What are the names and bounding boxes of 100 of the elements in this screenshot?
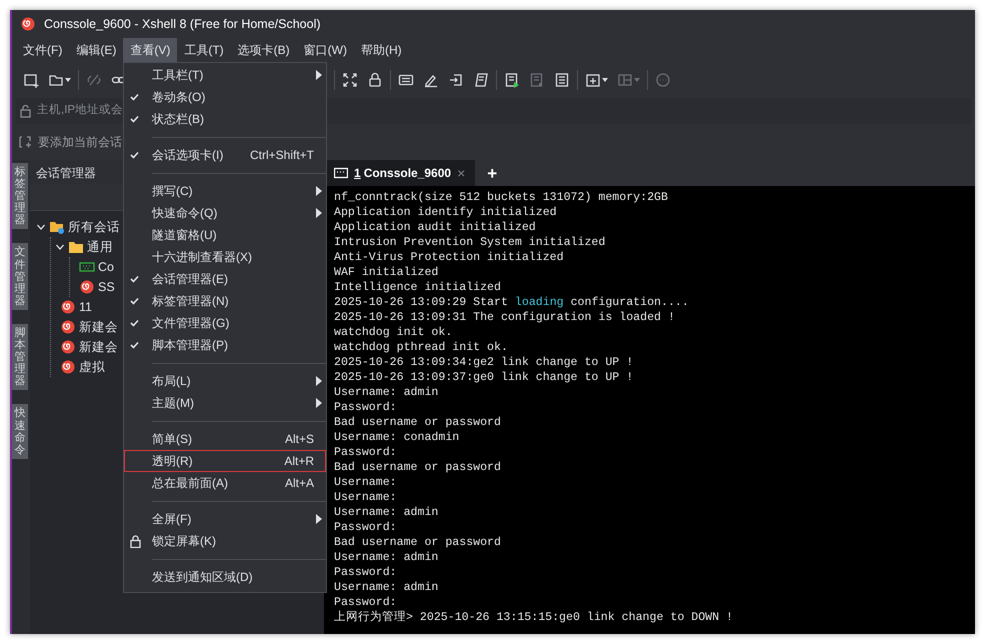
tab-label: 1 Conssole_9600 xyxy=(354,165,452,182)
panel-title: 会话管理器 xyxy=(36,164,96,182)
unlink-icon xyxy=(86,72,102,88)
terminal-line: Username: xyxy=(334,475,398,490)
menu-item[interactable]: 工具栏(T) xyxy=(124,64,326,86)
terminal-line: Password: xyxy=(334,445,398,460)
menu-item[interactable]: 卷动条(O) xyxy=(124,86,326,108)
terminal-line: Username: admin xyxy=(334,550,440,565)
terminal-line: Password: xyxy=(334,565,398,580)
folder-icon xyxy=(68,239,84,255)
terminal-line: Bad username or password xyxy=(334,415,502,430)
menu-item[interactable]: 锁定屏幕(K) xyxy=(124,530,326,552)
terminal-line: Username: admin xyxy=(334,385,440,400)
layout-icon xyxy=(617,72,633,88)
menu-label: 主题(M) xyxy=(152,395,194,412)
menu-item[interactable]: 脚本管理器(P) xyxy=(124,334,326,356)
menu-item[interactable]: 窗口(W) xyxy=(296,38,354,62)
enter-icon xyxy=(448,72,464,88)
menu-item[interactable]: 简单(S) Alt+S xyxy=(124,428,326,450)
menu-label: 锁定屏幕(K) xyxy=(152,533,216,550)
document-icon xyxy=(554,72,570,88)
menu-label: 发送到通知区域(D) xyxy=(152,569,253,586)
menu-label: 撰写(C) xyxy=(152,183,193,200)
tree-item[interactable]: 11 xyxy=(79,298,92,316)
menu-label: 透明(R) xyxy=(152,453,193,470)
menu-item[interactable]: 发送到通知区域(D) xyxy=(124,566,326,588)
menu-label: 卷动条(O) xyxy=(152,89,206,106)
tree-item[interactable]: 虚拟 xyxy=(79,358,105,376)
terminal-line: WAF initialized xyxy=(334,265,440,280)
lock-icon xyxy=(19,104,33,118)
terminal-line: watchdog pthread init ok. xyxy=(334,340,509,355)
session-tab[interactable]: 1 Conssole_9600 × xyxy=(324,160,476,186)
terminal-line: Password: xyxy=(334,595,398,610)
highlighted-text: loading xyxy=(514,296,564,309)
add-session-icon xyxy=(18,135,32,149)
tree-item[interactable]: 新建会 xyxy=(79,318,118,336)
chevron-icon[interactable] xyxy=(55,242,65,252)
menu-label: 简单(S) xyxy=(152,431,192,448)
menu-item[interactable]: 透明(R) Alt+R xyxy=(124,450,326,472)
side-tab[interactable]: 快速命令 xyxy=(12,404,28,459)
close-button[interactable]: × xyxy=(457,162,466,184)
menu-label: 脚本管理器(P) xyxy=(152,337,228,354)
lock-icon xyxy=(367,72,383,88)
tree-item[interactable]: Co xyxy=(98,258,114,276)
session-icon xyxy=(79,279,95,295)
tree-item[interactable]: 所有会话 xyxy=(68,218,120,236)
menu-item[interactable]: 会话管理器(E) xyxy=(124,268,326,290)
terminal-line: watchdog init ok. xyxy=(334,325,454,340)
menu-item[interactable]: 会话选项卡(I) Ctrl+Shift+T xyxy=(124,144,326,166)
terminal-line: Application identify initialized xyxy=(334,205,558,220)
shortcut-text: Ctrl+Shift+T xyxy=(250,147,315,164)
menu-item[interactable]: 全屏(F) xyxy=(124,508,326,530)
add-folder-icon xyxy=(585,72,601,88)
terminal-line: Intrusion Prevention System initialized xyxy=(334,235,606,250)
menu-label: 标签管理器(N) xyxy=(152,293,229,310)
menu-item[interactable]: 主题(M) xyxy=(124,392,326,414)
menu-item[interactable]: 选项卡(B) xyxy=(230,38,297,62)
shortcut-text: Alt+R xyxy=(284,453,315,470)
keyboard-icon xyxy=(398,72,414,88)
menu-item[interactable]: 工具(T) xyxy=(177,38,231,62)
side-tab[interactable]: 标签管理器 xyxy=(12,163,28,230)
window-title: Conssole_9600 - Xshell 8 (Free for Home/School) xyxy=(44,16,321,33)
menu-label: 会话选项卡(I) xyxy=(152,147,224,164)
side-tab[interactable]: 文件管理器 xyxy=(12,243,28,310)
session-icon xyxy=(60,339,76,355)
menu-item[interactable]: 文件管理器(G) xyxy=(124,312,326,334)
run-script-icon xyxy=(504,72,520,88)
new-tab-button[interactable]: + xyxy=(475,160,510,186)
side-tab[interactable]: 脚本管理器 xyxy=(12,324,28,390)
fullscreen-icon xyxy=(342,72,358,88)
new-session-icon xyxy=(23,72,39,88)
menu-item[interactable]: 标签管理器(N) xyxy=(124,290,326,312)
terminal-line: Password: xyxy=(334,400,398,415)
menu-item[interactable]: 帮助(H) xyxy=(354,38,409,62)
tree-item[interactable]: 新建会 xyxy=(79,338,118,356)
menu-item[interactable]: 隧道窗格(U) xyxy=(124,224,326,246)
menu-item[interactable]: 编辑(E) xyxy=(69,38,124,62)
menu-item[interactable]: 文件(F) xyxy=(16,38,70,62)
terminal-line: Bad username or password xyxy=(334,535,502,550)
script-icon xyxy=(473,72,489,88)
terminal-line: nf_conntrack(size 512 buckets 131072) memory:2GB xyxy=(334,190,669,205)
tree-item[interactable]: SS xyxy=(98,278,115,296)
folder-settings-icon xyxy=(49,219,65,235)
menu-item[interactable]: 查看(V) xyxy=(123,38,178,62)
menu-item[interactable]: 状态栏(B) xyxy=(124,108,326,130)
menu-item[interactable]: 十六进制查看器(X) xyxy=(124,246,326,268)
chevron-icon[interactable] xyxy=(36,222,46,232)
menu-item[interactable]: 快速命令(Q) xyxy=(124,202,326,224)
terminal-line: Application audit initialized xyxy=(334,220,537,235)
address-field[interactable]: 主机,IP地址或会 xyxy=(37,102,123,120)
menu-item[interactable]: 撰写(C) xyxy=(124,180,326,202)
terminal-icon xyxy=(334,167,348,179)
terminal-line: Username: xyxy=(334,490,398,505)
terminal-line: Password: xyxy=(334,520,398,535)
menu-item[interactable]: 总在最前面(A) Alt+A xyxy=(124,472,326,494)
tree-item[interactable]: 通用 xyxy=(87,238,113,256)
session-icon xyxy=(60,299,76,315)
terminal-line: 2025-10-26 13:09:37:ge0 link change to UP ! xyxy=(334,370,634,385)
menu-label: 十六进制查看器(X) xyxy=(152,249,252,266)
menu-item[interactable]: 布局(L) xyxy=(124,370,326,392)
